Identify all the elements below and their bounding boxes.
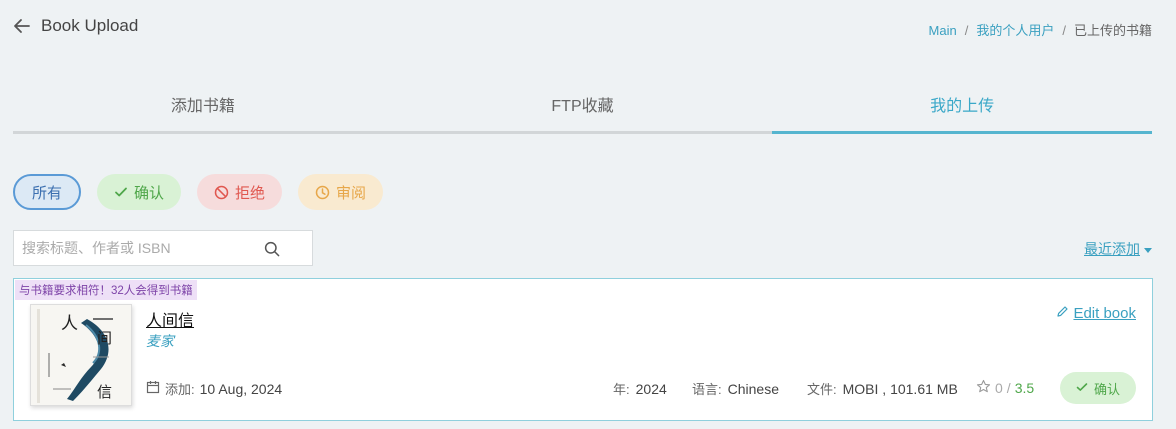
rating-current: 0 [995,380,1003,396]
cover-art: 人 间 信 [31,305,131,405]
tab-add-book[interactable]: 添加书籍 [13,88,393,131]
book-title-link[interactable]: 人间信 [146,307,194,331]
breadcrumb-main[interactable]: Main [929,23,957,38]
search-box [13,230,313,266]
breadcrumb-separator: / [964,23,969,38]
page-title: Book Upload [41,16,139,35]
filter-rejected-button[interactable]: 拒绝 [197,174,283,210]
clock-icon [315,185,330,200]
added-date: 添加: 10 Aug, 2024 [146,379,282,398]
breadcrumb-separator: / [1062,23,1066,38]
breadcrumb-current: 已上传的书籍 [1073,23,1152,38]
language-meta: 语言: Chinese [692,379,779,398]
breadcrumb: Main / 我的个人用户 / 已上传的书籍 [929,20,1152,39]
cover-char-1: 人 [61,314,78,334]
filter-label: 审阅 [336,184,367,202]
filter-label: 拒绝 [235,184,266,202]
year-meta: 年: 2024 [613,379,667,398]
year-value: 2024 [635,381,667,397]
breadcrumb-profile[interactable]: 我的个人用户 [976,23,1054,38]
sort-label: 最近添加 [1084,241,1140,257]
status-label: 确认 [1094,381,1121,397]
pencil-icon [1056,305,1069,322]
caret-down-icon [1144,247,1152,253]
search-input[interactable] [14,231,254,265]
book-card: 与书籍要求相符！32人会得到书籍 人 间 信 人间信 麦家 添加: 10 Aug… [13,278,1153,421]
filter-label: 确认 [134,184,165,202]
tab-bar: 添加书籍 FTP收藏 我的上传 [13,88,1152,134]
filter-review-button[interactable]: 审阅 [298,174,384,210]
file-label: 文件: [807,382,837,397]
check-icon [114,185,128,199]
cover-char-2: 间 [97,329,112,347]
added-value: 10 Aug, 2024 [199,380,283,397]
file-meta: 文件: MOBI , 101.61 MB [807,379,958,398]
status-badge: 确认 [1060,372,1137,404]
filter-label: 所有 [32,184,63,202]
search-icon[interactable] [264,241,280,262]
book-author-link[interactable]: 麦家 [146,331,174,351]
top-bar: Book Upload Main / 我的个人用户 / 已上传的书籍 [0,0,1176,60]
back-arrow-icon[interactable] [12,16,32,36]
language-value: Chinese [727,381,779,397]
status-filters: 所有 确认 拒绝 审阅 [13,174,384,210]
rating: 0 / 3.5 [976,379,1034,397]
rating-separator: / [1006,380,1011,396]
file-value: MOBI , 101.61 MB [842,381,958,397]
ban-icon [214,185,229,200]
sort-dropdown[interactable]: 最近添加 [1084,239,1152,259]
star-icon [976,379,991,397]
filter-confirmed-button[interactable]: 确认 [97,174,182,210]
calendar-icon [146,380,160,397]
tab-ftp[interactable]: FTP收藏 [393,88,773,131]
cover-char-3: 信 [97,383,112,401]
edit-book-link[interactable]: Edit book [1056,305,1136,322]
book-cover[interactable]: 人 间 信 [30,304,132,406]
filter-all-button[interactable]: 所有 [13,174,82,210]
year-label: 年: [613,382,630,397]
edit-book-label: Edit book [1073,305,1136,322]
rating-max: 3.5 [1014,380,1035,396]
check-icon [1076,381,1088,396]
language-label: 语言: [692,382,722,397]
promo-badge: 与书籍要求相符！32人会得到书籍 [15,280,197,300]
tab-my-uploads[interactable]: 我的上传 [772,88,1152,134]
added-label: 添加: [165,382,195,397]
